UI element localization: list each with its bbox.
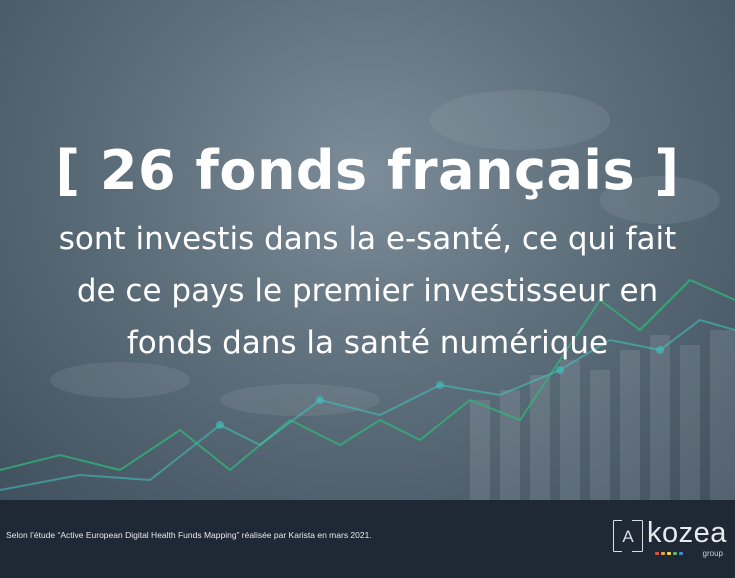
subtitle-line-2: de ce pays le premier investisseur en (76, 273, 659, 309)
kozea-group-logo: A kozea group (613, 514, 726, 564)
subtitle-line-3: fonds dans la santé numérique (126, 325, 609, 361)
headline-subtitle: sont investis dans la e-santé, ce qui fa… (0, 213, 735, 369)
logo-color-dots (655, 552, 683, 555)
logo-wordmark: kozea (647, 517, 727, 549)
post-card: [ 26 fonds français ] sont investis dans… (0, 0, 735, 578)
subtitle-line-1: sont investis dans la e-santé, ce qui fa… (58, 221, 677, 257)
footer-bar: Selon l’étude “Active European Digital H… (0, 500, 735, 578)
source-note: Selon l’étude “Active European Digital H… (6, 530, 372, 540)
logo-group-text: group (702, 549, 723, 558)
logo-bracket-icon: A (613, 519, 643, 553)
headline-title: [ 26 fonds français ] (55, 139, 680, 202)
logo-bracket-letter: A (622, 526, 634, 546)
headline-block: [ 26 fonds français ] sont investis dans… (0, 135, 735, 369)
